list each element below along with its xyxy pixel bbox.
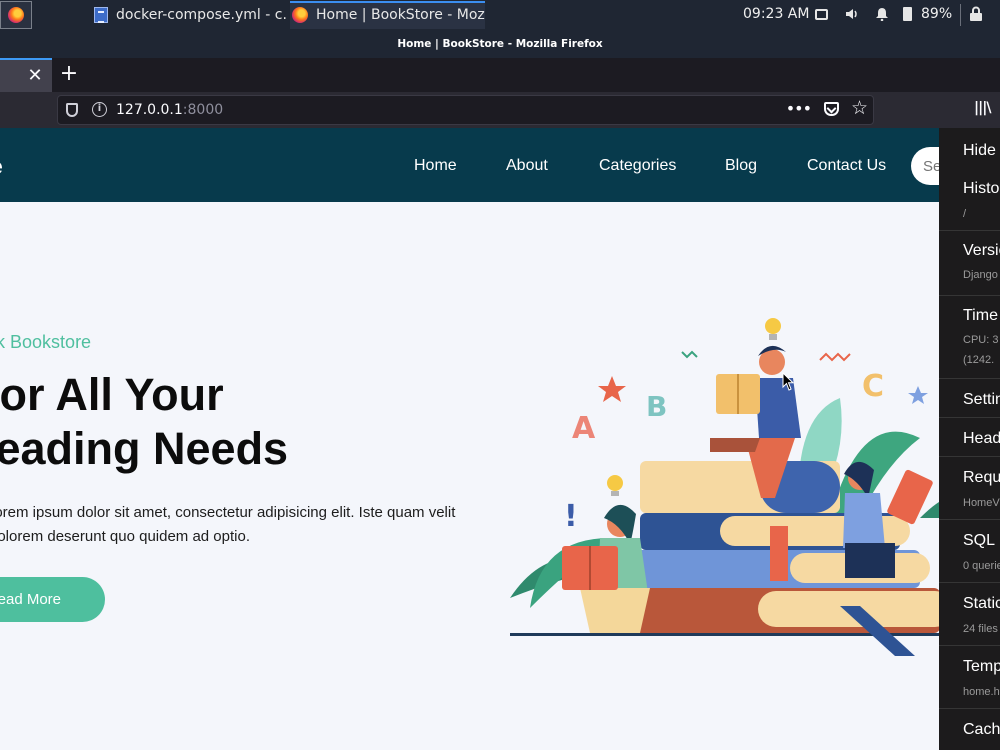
svg-text:!: ! xyxy=(564,499,578,534)
debug-panel-headers[interactable]: Headers xyxy=(939,419,1000,457)
nav-link-categories[interactable]: Categories xyxy=(599,157,676,175)
hero-title-line-2: Reading Needs xyxy=(0,423,289,474)
url-host: 127.0.0.1 xyxy=(116,102,183,118)
taskbar-item-label: docker-compose.yml - c... xyxy=(116,7,288,23)
display-icon[interactable] xyxy=(815,9,828,20)
debug-panel-subtitle: HomeV xyxy=(963,497,1000,509)
url-port: :8000 xyxy=(182,102,224,118)
hero-paragraph-line-1: Lorem ipsum dolor sit amet, consectetur … xyxy=(0,504,456,521)
url-text[interactable]: 127.0.0.1:8000 xyxy=(116,102,223,118)
debug-panel-title: Settings xyxy=(963,391,1000,408)
debug-panel-title: Static files xyxy=(963,595,1000,612)
debug-panel-subtitle: (1242. xyxy=(963,354,995,366)
volume-icon[interactable] xyxy=(845,7,859,21)
tracking-protection-shield-icon[interactable] xyxy=(66,103,78,117)
debug-panel-settings[interactable]: Settings xyxy=(939,380,1000,418)
debug-panel-subtitle: 24 files xyxy=(963,623,998,635)
nav-link-blog[interactable]: Blog xyxy=(725,157,757,175)
debug-panel-title: Cache xyxy=(963,721,1000,738)
debug-panel-sql[interactable]: SQL 0 queries xyxy=(939,521,1000,583)
clock[interactable]: 09:23 AM xyxy=(743,6,809,22)
debug-panel-title: Headers xyxy=(963,430,1000,447)
debug-panel-subtitle: CPU: 3 xyxy=(963,334,999,346)
page-actions-more-icon[interactable]: ••• xyxy=(786,99,812,118)
page-viewport: re Home About Categories Blog Contact Us… xyxy=(0,128,1000,750)
debug-panel-title: Request xyxy=(963,469,1000,486)
debug-panel-title: SQL xyxy=(963,532,996,549)
navigation-toolbar: i 127.0.0.1:8000 ••• ☆ |||\ xyxy=(0,92,1000,128)
window-title: Home | BookStore - Mozilla Firefox xyxy=(0,30,1000,58)
hero-paragraph-line-2: dolorem deserunt quo quidem ad optio. xyxy=(0,528,251,545)
reading-illustration: A B C ! xyxy=(510,318,960,656)
notification-bell-icon[interactable] xyxy=(875,7,889,21)
bookmark-star-icon[interactable]: ☆ xyxy=(851,97,868,119)
site-header: re Home About Categories Blog Contact Us xyxy=(0,128,1000,202)
library-icon[interactable]: |||\ xyxy=(974,100,991,116)
firefox-icon xyxy=(8,7,24,23)
debug-panel-static-files[interactable]: Static files 24 files xyxy=(939,584,1000,646)
os-taskbar: docker-compose.yml - c... Home | BookSto… xyxy=(0,0,1000,30)
battery-percent[interactable]: 89% xyxy=(921,6,952,22)
hero-title-line-1: For All Your xyxy=(0,369,224,420)
firefox-launcher-button[interactable] xyxy=(0,1,32,29)
django-debug-toolbar: Hide » History / Versions Django 3.2 Tim… xyxy=(939,128,1000,750)
debug-panel-subtitle: Django 3.2 xyxy=(963,269,1000,281)
debug-panel-versions[interactable]: Versions Django 3.2 xyxy=(939,232,1000,296)
new-tab-button[interactable]: + xyxy=(58,61,80,87)
svg-text:C: C xyxy=(862,369,884,404)
debug-panel-time[interactable]: Time CPU: 3 (1242. xyxy=(939,297,1000,379)
debug-panel-subtitle: / xyxy=(963,208,967,220)
debug-panel-history[interactable]: History / xyxy=(939,170,1000,231)
debug-panel-cache[interactable]: Cache xyxy=(939,710,1000,750)
tab-close-button[interactable]: ✕ xyxy=(26,66,44,86)
nav-link-about[interactable]: About xyxy=(506,157,548,175)
debug-toolbar-hide-button[interactable]: Hide » xyxy=(963,142,1000,160)
firefox-icon xyxy=(292,7,308,23)
debug-panel-title: Templates xyxy=(963,658,1000,675)
url-bar[interactable]: i 127.0.0.1:8000 ••• ☆ xyxy=(57,95,874,125)
svg-text:B: B xyxy=(646,390,667,423)
battery-icon[interactable] xyxy=(903,7,912,21)
debug-panel-subtitle: home.html xyxy=(963,686,1000,698)
debug-panel-subtitle: 0 queries xyxy=(963,560,1000,572)
read-more-button[interactable]: Read More xyxy=(0,577,105,622)
debug-panel-request[interactable]: Request HomeV xyxy=(939,458,1000,520)
site-brand[interactable]: re xyxy=(0,154,3,180)
debug-panel-title: History xyxy=(963,180,1000,197)
nav-link-home[interactable]: Home xyxy=(414,157,457,175)
mouse-pointer-icon xyxy=(782,372,795,391)
nav-link-contact-us[interactable]: Contact Us xyxy=(807,157,886,175)
debug-panel-templates[interactable]: Templates home.html xyxy=(939,647,1000,709)
debug-panel-title: Versions xyxy=(963,242,1000,259)
hero-tagline: Geek Bookstore xyxy=(0,332,92,352)
browser-tab-active[interactable]: ✕ xyxy=(0,58,52,92)
tab-strip: ✕ + xyxy=(0,58,1000,92)
lock-screen-icon[interactable] xyxy=(969,6,983,22)
taskbar-item-label: Home | BookStore - Moz... xyxy=(316,7,485,23)
debug-panel-title: Time xyxy=(963,307,998,324)
svg-text:A: A xyxy=(572,411,596,446)
taskbar-item-firefox[interactable]: Home | BookStore - Moz... xyxy=(290,1,485,29)
site-info-icon[interactable]: i xyxy=(92,102,107,117)
pocket-icon[interactable] xyxy=(824,102,839,116)
taskbar-item-docker-compose[interactable]: docker-compose.yml - c... xyxy=(94,1,288,29)
tray-divider xyxy=(960,4,961,26)
text-editor-icon xyxy=(94,7,108,23)
hero-paragraph: Lorem ipsum dolor sit amet, consectetur … xyxy=(0,501,456,549)
